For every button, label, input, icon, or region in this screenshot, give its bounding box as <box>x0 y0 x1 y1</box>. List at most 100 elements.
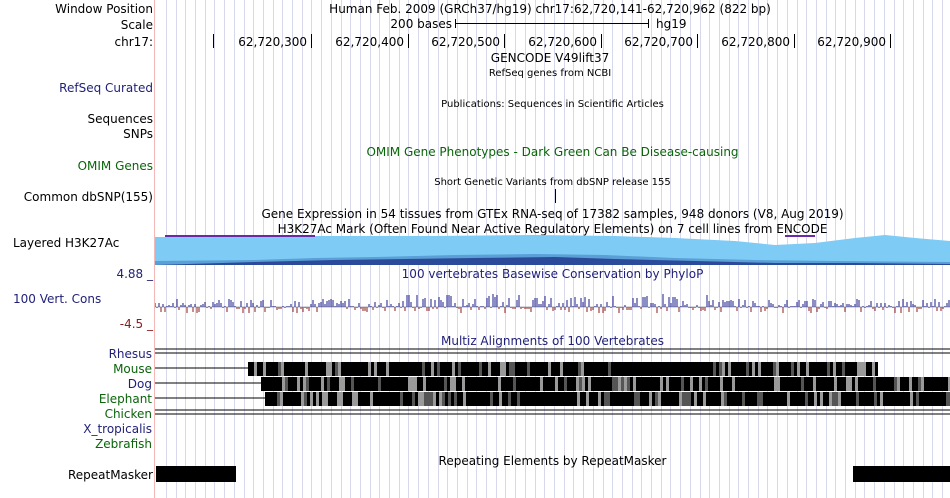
align-block-dog <box>777 377 780 391</box>
align-block-elephant <box>313 392 316 406</box>
align-block-dog <box>669 377 672 391</box>
align-block-elephant <box>595 392 598 406</box>
align-block-dog <box>273 377 276 391</box>
align-block-elephant <box>478 392 481 406</box>
species-label-x-tropicalis[interactable]: X_tropicalis <box>0 422 152 436</box>
repeat-element-block-right[interactable] <box>853 466 950 482</box>
align-block-elephant <box>283 392 286 406</box>
cons-label[interactable]: 100 Vert. Cons <box>13 292 101 306</box>
align-block-elephant <box>760 392 763 406</box>
align-block-dog <box>306 377 309 391</box>
align-block-mouse <box>512 362 515 376</box>
align-block-mouse <box>506 362 509 376</box>
align-block-mouse <box>377 362 380 376</box>
cons-track-title[interactable]: 100 vertebrates Basewise Conservation by… <box>200 267 905 281</box>
genome-browser-track-area[interactable]: Window Position Human Feb. 2009 (GRCh37/… <box>0 0 950 498</box>
repeatmasker-track-title[interactable]: Repeating Elements by RepeatMasker <box>200 454 905 468</box>
species-label-chicken[interactable]: Chicken <box>0 407 152 421</box>
gtex-track-title[interactable]: Gene Expression in 54 tissues from GTEx … <box>200 207 905 221</box>
assembly-label: hg19 <box>656 17 687 31</box>
align-block-mouse <box>611 362 614 376</box>
align-block-dog <box>408 377 411 391</box>
omim-genes-label[interactable]: OMIM Genes <box>0 159 153 173</box>
align-block-mouse <box>824 362 827 376</box>
align-block-elephant <box>580 392 583 406</box>
align-block-elephant <box>448 392 451 406</box>
align-block-dog <box>345 377 348 391</box>
align-block-elephant <box>535 392 538 406</box>
align-block-mouse <box>863 362 866 376</box>
align-block-dog <box>375 377 378 391</box>
align-block-mouse <box>335 362 338 376</box>
align-block-elephant <box>472 392 475 406</box>
align-block-elephant <box>829 392 832 406</box>
align-block-dog <box>468 377 471 391</box>
align-block-mouse <box>779 362 782 376</box>
align-block-mouse <box>368 362 371 376</box>
align-block-mouse <box>584 362 587 376</box>
align-block-mouse <box>770 362 773 376</box>
snps-label[interactable]: SNPs <box>0 127 153 141</box>
align-block-mouse <box>764 362 767 376</box>
align-block-dog <box>882 377 885 391</box>
align-block-mouse <box>788 362 791 376</box>
align-block-mouse <box>680 362 683 376</box>
align-block-mouse <box>641 362 644 376</box>
publications-track-title[interactable]: Publications: Sequences in Scientific Ar… <box>300 98 805 112</box>
align-block-dog <box>873 377 876 391</box>
align-block-dog <box>285 377 288 391</box>
align-block-mouse <box>827 362 830 376</box>
align-block-dog <box>399 377 402 391</box>
align-block-dog <box>732 377 735 391</box>
align-block-dog <box>654 377 657 391</box>
align-block-elephant <box>370 392 373 406</box>
align-block-elephant <box>925 392 928 406</box>
align-block-elephant <box>907 392 910 406</box>
species-label-zebrafish[interactable]: Zebrafish <box>0 437 152 451</box>
align-block-mouse <box>398 362 401 376</box>
align-block-elephant <box>271 392 274 406</box>
refseq-curated-label[interactable]: RefSeq Curated <box>0 81 153 95</box>
align-block-dog <box>912 377 915 391</box>
align-block-elephant <box>913 392 916 406</box>
repeat-element-block-left[interactable] <box>156 466 236 482</box>
align-block-mouse <box>251 362 254 376</box>
align-block-elephant <box>274 392 277 406</box>
phylop-conservation-plot[interactable] <box>155 280 950 324</box>
species-label-mouse[interactable]: Mouse <box>0 362 152 376</box>
align-block-dog <box>447 377 450 391</box>
align-block-mouse <box>290 362 293 376</box>
align-block-elephant <box>475 392 478 406</box>
align-block-dog <box>276 377 279 391</box>
align-block-mouse <box>410 362 413 376</box>
sequences-label[interactable]: Sequences <box>0 112 153 126</box>
align-block-dog <box>369 377 372 391</box>
align-block-elephant <box>427 392 430 406</box>
align-block-elephant <box>664 392 667 406</box>
align-block-dog <box>270 377 273 391</box>
omim-track-title[interactable]: OMIM Gene Phenotypes - Dark Green Can Be… <box>300 145 805 159</box>
align-block-mouse <box>845 362 848 376</box>
h3k27ac-signal-plot[interactable] <box>155 225 950 266</box>
align-block-mouse <box>362 362 365 376</box>
dbsnp-variant-mark[interactable] <box>555 189 556 203</box>
repeatmasker-label[interactable]: RepeatMasker <box>0 468 153 482</box>
gencode-track-title[interactable]: GENCODE V49lift37 <box>350 51 750 65</box>
dbsnp-track-title[interactable]: Short Genetic Variants from dbSNP releas… <box>300 176 805 190</box>
species-label-dog[interactable]: Dog <box>0 377 152 391</box>
align-block-dog <box>624 377 627 391</box>
species-label-elephant[interactable]: Elephant <box>0 392 152 406</box>
align-block-mouse <box>746 362 749 376</box>
common-dbsnp-label[interactable]: Common dbSNP(155) <box>0 190 153 204</box>
align-block-mouse <box>875 362 878 376</box>
align-block-elephant <box>454 392 457 406</box>
align-block-elephant <box>796 392 799 406</box>
species-label-rhesus[interactable]: Rhesus <box>0 347 152 361</box>
multiz-alignment-blocks[interactable] <box>155 346 950 446</box>
align-block-elephant <box>832 392 835 406</box>
layered-h3k27ac-label[interactable]: Layered H3K27Ac <box>13 236 119 250</box>
align-block-mouse <box>794 362 797 376</box>
align-block-mouse <box>470 362 473 376</box>
align-block-elephant <box>367 392 370 406</box>
align-block-mouse <box>689 362 692 376</box>
